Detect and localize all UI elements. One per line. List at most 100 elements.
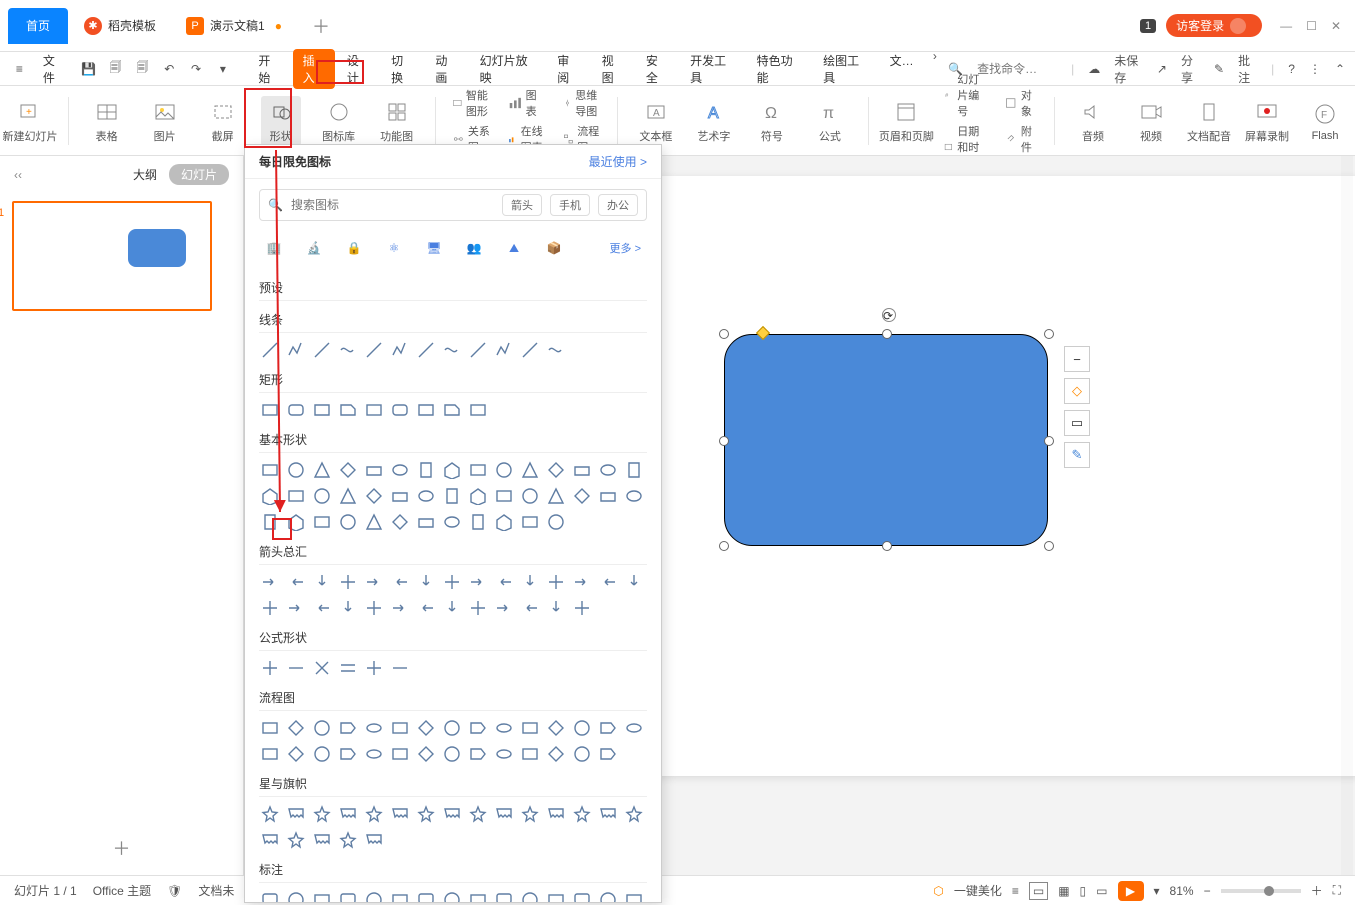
outline-tab[interactable]: 大纲	[133, 166, 157, 183]
menu-animation[interactable]: 动画	[425, 49, 467, 89]
shape-grid-flow-3[interactable]	[337, 717, 359, 739]
shape-grid-math-3[interactable]	[337, 657, 359, 679]
shape-grid-stars-18[interactable]	[337, 829, 359, 851]
shape-grid-basic-16[interactable]	[285, 485, 307, 507]
shape-grid-basic-17[interactable]	[311, 485, 333, 507]
shape-grid-stars-9[interactable]	[493, 803, 515, 825]
menu-icon[interactable]: ≡	[10, 62, 29, 76]
shape-grid-lines-4[interactable]	[363, 339, 385, 361]
login-button[interactable]: 访客登录	[1166, 14, 1262, 37]
shape-grid-stars-13[interactable]	[597, 803, 619, 825]
shape-grid-rect-7[interactable]	[441, 399, 463, 421]
file-menu[interactable]: 文件	[37, 52, 72, 86]
shape-grid-flow-0[interactable]	[259, 717, 281, 739]
cube-icon[interactable]: ⬡	[933, 884, 943, 898]
shapes-list[interactable]: 预设 线条 矩形 基本形状 箭头总汇 公式形状 流程图 星与旗帜 标注 动作按钮	[245, 269, 661, 902]
shape-grid-stars-16[interactable]	[285, 829, 307, 851]
screenshot-button[interactable]: 截屏	[203, 98, 243, 144]
shape-grid-basic-18[interactable]	[337, 485, 359, 507]
shape-grid-math-2[interactable]	[311, 657, 333, 679]
shape-grid-rect-5[interactable]	[389, 399, 411, 421]
shape-grid-basic-30[interactable]	[259, 511, 281, 533]
cat-icon-6[interactable]: 👥	[465, 239, 483, 257]
reading-view-icon[interactable]: ▯	[1080, 884, 1087, 898]
cat-icon-4[interactable]: ⚛	[385, 239, 403, 257]
shape-grid-flow-6[interactable]	[415, 717, 437, 739]
shape-grid-basic-6[interactable]	[415, 459, 437, 481]
menu-review[interactable]: 审阅	[547, 49, 589, 89]
shape-grid-basic-20[interactable]	[389, 485, 411, 507]
shape-grid-basic-37[interactable]	[441, 511, 463, 533]
equation-button[interactable]: π公式	[810, 98, 850, 144]
shape-grid-lines-10[interactable]	[519, 339, 541, 361]
shape-grid-rect-1[interactable]	[285, 399, 307, 421]
menu-design[interactable]: 设计	[337, 49, 379, 89]
shape-grid-flow-16[interactable]	[285, 743, 307, 765]
shape-grid-arrows-16[interactable]	[285, 597, 307, 619]
flash-button[interactable]: FFlash	[1305, 100, 1345, 142]
shape-grid-lines-5[interactable]	[389, 339, 411, 361]
notif-badge[interactable]: 1	[1140, 19, 1156, 33]
shape-grid-basic-8[interactable]	[467, 459, 489, 481]
shape-grid-basic-29[interactable]	[623, 485, 645, 507]
shape-grid-arrows-3[interactable]	[337, 571, 359, 593]
shape-grid-lines-8[interactable]	[467, 339, 489, 361]
shape-grid-lines-11[interactable]	[545, 339, 567, 361]
shape-grid-math-0[interactable]	[259, 657, 281, 679]
shape-grid-basic-10[interactable]	[519, 459, 541, 481]
shape-grid-flow-18[interactable]	[337, 743, 359, 765]
shape-grid-basic-21[interactable]	[415, 485, 437, 507]
shape-grid-stars-4[interactable]	[363, 803, 385, 825]
shape-grid-flow-5[interactable]	[389, 717, 411, 739]
shape-grid-flow-7[interactable]	[441, 717, 463, 739]
shape-grid-arrows-20[interactable]	[389, 597, 411, 619]
shape-grid-arrows-10[interactable]	[519, 571, 541, 593]
shape-grid-flow-27[interactable]	[571, 743, 593, 765]
slidenum-button[interactable]: #幻灯片编号	[944, 71, 987, 119]
shape-grid-basic-13[interactable]	[597, 459, 619, 481]
slides-tab[interactable]: 幻灯片	[169, 164, 229, 185]
shape-grid-callout-13[interactable]	[597, 889, 619, 902]
shape-grid-arrows-8[interactable]	[467, 571, 489, 593]
chip-arrow[interactable]: 箭头	[502, 194, 542, 216]
shape-grid-basic-19[interactable]	[363, 485, 385, 507]
rotate-handle[interactable]: ⟳	[882, 308, 896, 322]
shape-grid-lines-3[interactable]	[337, 339, 359, 361]
shape-grid-flow-8[interactable]	[467, 717, 489, 739]
cat-icon-7[interactable]: ⛰	[505, 239, 523, 257]
shape-grid-basic-1[interactable]	[285, 459, 307, 481]
rounded-rectangle-shape[interactable]	[724, 334, 1048, 546]
menu-text[interactable]: 文…	[880, 49, 924, 89]
shape-grid-flow-12[interactable]	[571, 717, 593, 739]
print-preview-icon[interactable]: 🗐	[133, 58, 152, 79]
save-icon[interactable]: 💾	[79, 62, 98, 76]
shape-grid-callout-7[interactable]	[441, 889, 463, 902]
shape-grid-stars-12[interactable]	[571, 803, 593, 825]
share-label[interactable]: 分享	[1181, 52, 1200, 86]
more-categories[interactable]: 更多 >	[610, 240, 641, 256]
shape-grid-flow-15[interactable]	[259, 743, 281, 765]
menu-view[interactable]: 视图	[592, 49, 634, 89]
menu-devtools[interactable]: 开发工具	[680, 49, 745, 89]
shape-grid-flow-10[interactable]	[519, 717, 541, 739]
shape-grid-basic-38[interactable]	[467, 511, 489, 533]
shape-grid-rect-0[interactable]	[259, 399, 281, 421]
new-slide-button[interactable]: +新建幻灯片	[10, 98, 50, 144]
shape-grid-stars-11[interactable]	[545, 803, 567, 825]
shape-grid-stars-2[interactable]	[311, 803, 333, 825]
shape-grid-math-5[interactable]	[389, 657, 411, 679]
shape-grid-basic-9[interactable]	[493, 459, 515, 481]
zoom-out-float[interactable]: −	[1064, 346, 1090, 372]
shape-grid-arrows-25[interactable]	[519, 597, 541, 619]
shape-grid-stars-10[interactable]	[519, 803, 541, 825]
shape-grid-rect-6[interactable]	[415, 399, 437, 421]
undo-icon[interactable]: ↶	[160, 62, 179, 76]
shape-grid-basic-7[interactable]	[441, 459, 463, 481]
shape-grid-arrows-21[interactable]	[415, 597, 437, 619]
shape-grid-arrows-6[interactable]	[415, 571, 437, 593]
shape-grid-arrows-4[interactable]	[363, 571, 385, 593]
menu-insert[interactable]: 插入	[293, 49, 335, 89]
shape-grid-basic-33[interactable]	[337, 511, 359, 533]
shape-grid-basic-11[interactable]	[545, 459, 567, 481]
shape-grid-flow-9[interactable]	[493, 717, 515, 739]
